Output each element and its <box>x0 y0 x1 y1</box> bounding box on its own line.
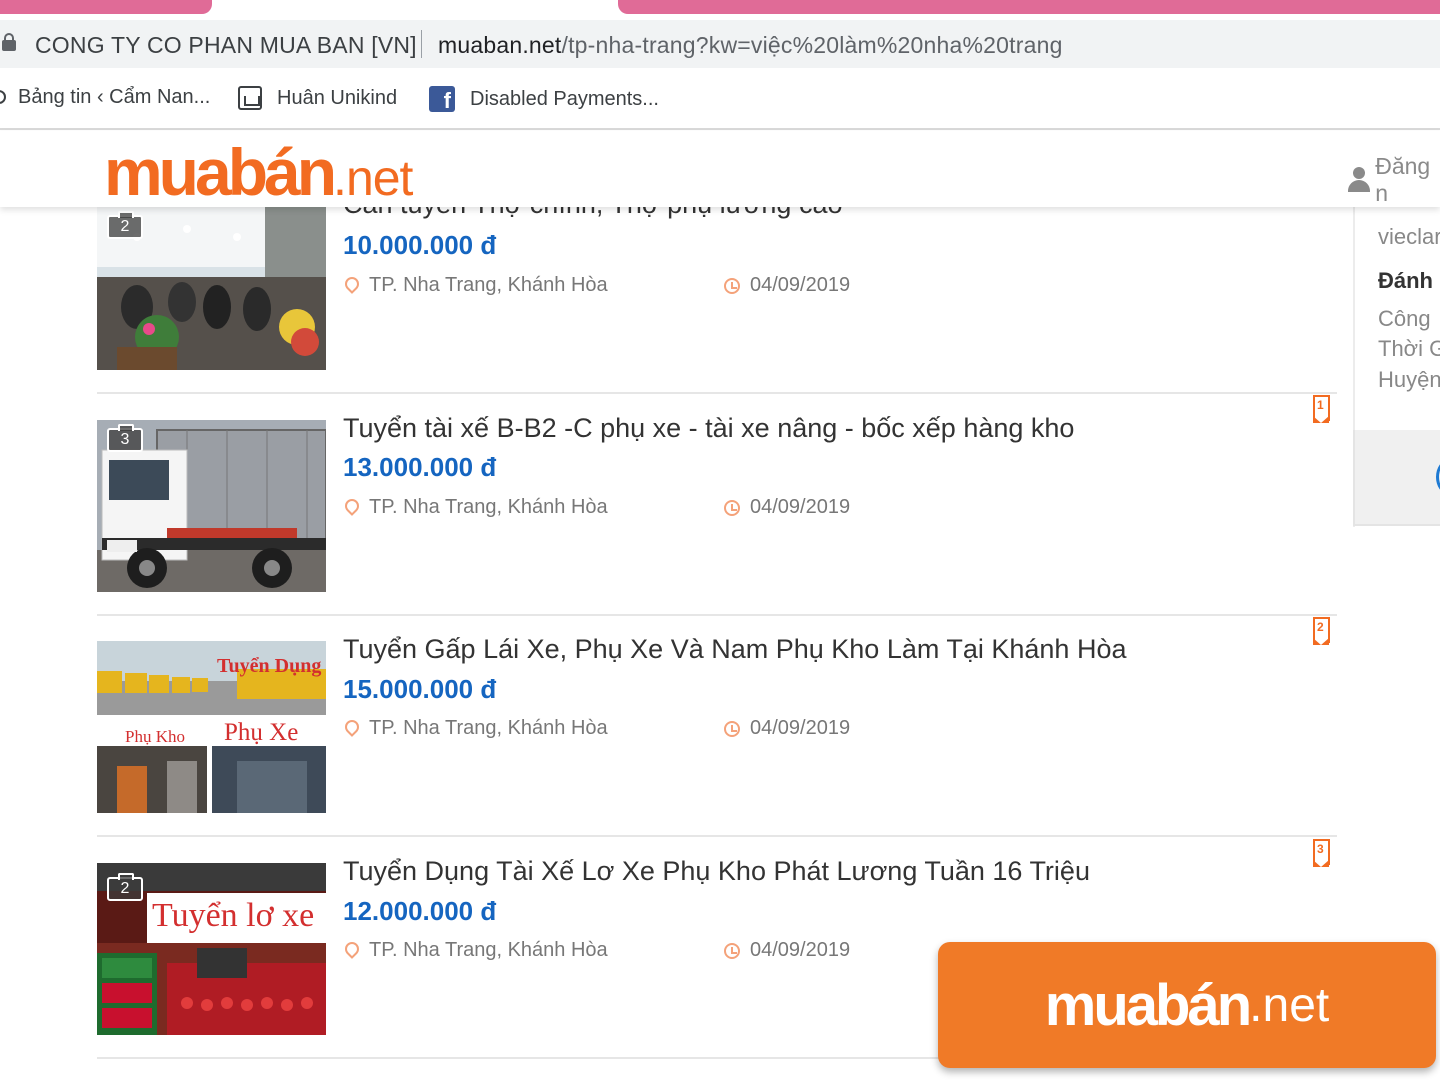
listing-divider <box>97 614 1337 616</box>
listing-price: 15.000.000 đ <box>343 674 497 704</box>
listing-date: 04/09/2019 <box>724 274 850 297</box>
location-text: TP. Nha Trang, Khánh Hòa <box>369 496 608 518</box>
listing-location: TP. Nha Trang, Khánh Hòa <box>345 274 608 297</box>
bookmark-item[interactable]: f Disabled Payments... <box>429 86 659 112</box>
clock-icon <box>724 942 740 959</box>
listing-title[interactable]: Tuyển tài xế B-B2 -C phụ xe - tài xe nân… <box>343 413 1074 444</box>
thumb-text-top: Tuyển Dụng <box>217 655 322 677</box>
listing-date: 04/09/2019 <box>724 939 850 962</box>
listing-price: 12.000.000 đ <box>343 896 497 926</box>
location-pin-icon <box>345 720 359 738</box>
clock-icon <box>724 720 740 737</box>
listing-date: 04/09/2019 <box>724 496 850 519</box>
bookmark-item[interactable]: Huân Unikind <box>238 86 397 110</box>
listing-title[interactable]: Tuyển Gấp Lái Xe, Phụ Xe Và Nam Phụ Kho … <box>343 634 1126 665</box>
listing-price: 13.000.000 đ <box>343 452 497 482</box>
location-text: TP. Nha Trang, Khánh Hòa <box>369 717 608 739</box>
sidebar-line: Thời G <box>1378 336 1440 361</box>
location-text: TP. Nha Trang, Khánh Hòa <box>369 274 608 296</box>
location-pin-icon <box>345 942 359 960</box>
site-identity[interactable]: CONG TY CO PHAN MUA BAN [VN] <box>35 32 417 59</box>
listing-divider <box>97 392 1337 394</box>
browser-tab-strip <box>0 0 1440 14</box>
muaban-watermark: muabán .net <box>938 942 1436 1068</box>
photo-count-badge: 2 <box>107 211 143 239</box>
listing-date: 04/09/2019 <box>724 717 850 740</box>
bookmark-number: 2 <box>1317 620 1324 634</box>
login-label: Đăng n <box>1375 153 1431 206</box>
browser-tab[interactable] <box>0 0 212 14</box>
clock-icon <box>724 277 740 294</box>
bookmark-number: 1 <box>1317 398 1324 412</box>
sidebar-heading: Đánh <box>1378 268 1433 293</box>
listing-location: TP. Nha Trang, Khánh Hòa <box>345 717 608 740</box>
url-host: muaban.net <box>438 32 562 58</box>
listing-thumbnail[interactable]: 3 <box>97 420 326 592</box>
facebook-icon: f <box>429 86 455 112</box>
listing-price: 10.000.000 đ <box>343 230 497 260</box>
bookmark-label: Disabled Payments... <box>470 87 659 110</box>
bookmark-number: 3 <box>1317 842 1324 856</box>
photo-count-badge: 2 <box>107 873 143 901</box>
address-divider <box>421 30 422 58</box>
watermark-brand: muabán <box>1044 972 1252 1038</box>
bookmark-item[interactable]: Bảng tin ‹ Cẩm Nan... <box>18 86 210 109</box>
sidebar-line: Huyện <box>1378 367 1440 392</box>
sidebar-action-panel <box>1353 430 1440 526</box>
date-text: 04/09/2019 <box>750 496 851 518</box>
bookmark-label: Bảng tin ‹ Cẩm Nan... <box>18 86 211 108</box>
lock-icon[interactable] <box>2 33 16 51</box>
listing-thumbnail[interactable]: Tuyển Dụng Phụ Kho Phụ Xe <box>97 641 326 813</box>
sidebar-source: vieclar <box>1378 224 1440 249</box>
site-logo[interactable]: muabán .net <box>104 135 413 209</box>
clock-icon <box>724 499 740 516</box>
location-pin-icon <box>345 277 359 295</box>
listing-thumbnail[interactable]: 2 <box>97 207 326 370</box>
watermark-tld: .net <box>1249 978 1330 1032</box>
logo-tld: .net <box>333 150 413 206</box>
bookmark-icon[interactable]: 1 <box>1313 395 1330 423</box>
photo-icon <box>238 86 262 110</box>
listing-location: TP. Nha Trang, Khánh Hòa <box>345 496 608 519</box>
date-text: 04/09/2019 <box>750 717 851 739</box>
bookmark-icon[interactable]: 2 <box>1313 617 1330 645</box>
thumb-text-right: Phụ Xe <box>224 719 299 746</box>
url-text[interactable]: muaban.net/tp-nha-trang?kw=việc%20làm%20… <box>438 32 1063 59</box>
bookmark-label: Huân Unikind <box>277 86 398 109</box>
browser-tab[interactable] <box>618 0 1440 14</box>
user-icon <box>1348 167 1370 193</box>
thumb-text-left: Phụ Kho <box>125 727 185 746</box>
location-pin-icon <box>345 499 359 517</box>
listing-title[interactable]: Tuyển Dụng Tài Xế Lơ Xe Phụ Kho Phát Lươ… <box>343 856 1090 887</box>
sidebar-line: Công <box>1378 306 1431 331</box>
location-text: TP. Nha Trang, Khánh Hòa <box>369 939 608 961</box>
logo-brand: muabán <box>104 135 337 209</box>
listing-thumbnail[interactable]: 2 Tuyển lơ xe <box>97 863 326 1035</box>
url-path: /tp-nha-trang?kw=việc%20làm%20nha%20tran… <box>561 32 1063 58</box>
bookmarks-bar <box>0 68 1440 130</box>
bookmark-icon[interactable]: 3 <box>1313 839 1330 867</box>
date-text: 04/09/2019 <box>750 274 851 296</box>
listing-location: TP. Nha Trang, Khánh Hòa <box>345 939 608 962</box>
date-text: 04/09/2019 <box>750 939 851 961</box>
thumb-banner-text: Tuyển lơ xe <box>152 897 315 934</box>
listing-divider <box>97 835 1337 837</box>
photo-count-badge: 3 <box>107 424 143 452</box>
login-link[interactable]: Đăng n <box>1348 153 1440 207</box>
